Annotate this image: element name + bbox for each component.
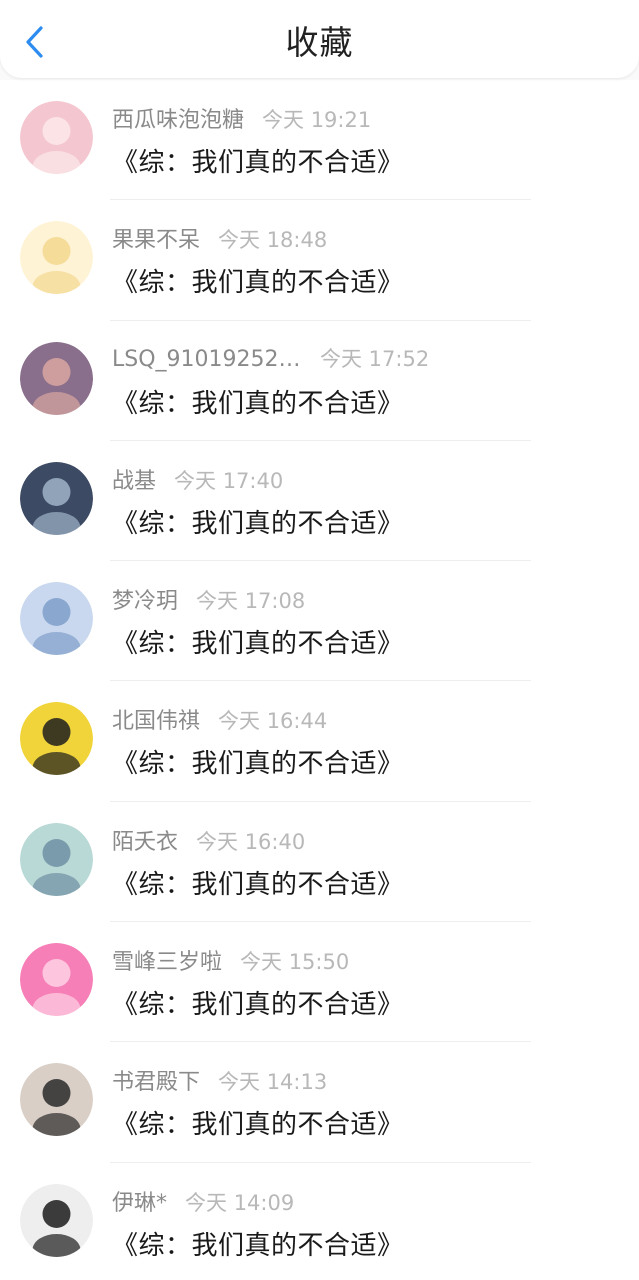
timestamp: 今天 18:48 bbox=[218, 228, 328, 253]
book-title[interactable]: 《综：我们真的不合适》 bbox=[112, 864, 404, 901]
timestamp: 今天 16:40 bbox=[196, 829, 306, 854]
list-item[interactable]: 西瓜味泡泡糖 今天 19:21 《综：我们真的不合适》 bbox=[0, 80, 639, 201]
list-item[interactable]: 北国伟祺 今天 16:44 《综：我们真的不合适》 bbox=[0, 681, 639, 802]
item-meta: 雪峰三岁啦 今天 15:50 bbox=[112, 944, 349, 976]
avatar[interactable] bbox=[20, 221, 93, 295]
user-name[interactable]: 雪峰三岁啦 bbox=[112, 944, 222, 976]
avatar[interactable] bbox=[20, 1063, 93, 1137]
item-meta: 陌夭衣 今天 16:40 bbox=[112, 824, 305, 856]
avatar[interactable] bbox=[20, 341, 93, 415]
book-title[interactable]: 《综：我们真的不合适》 bbox=[112, 503, 404, 540]
list-item[interactable]: 雪峰三岁啦 今天 15:50 《综：我们真的不合适》 bbox=[0, 922, 639, 1043]
list-item[interactable]: 梦冷玥 今天 17:08 《综：我们真的不合适》 bbox=[0, 561, 639, 682]
list-item[interactable]: 战基 今天 17:40 《综：我们真的不合适》 bbox=[0, 441, 639, 562]
list-item[interactable]: 果果不呆 今天 18:48 《综：我们真的不合适》 bbox=[0, 200, 639, 321]
list-item[interactable]: LSQ_910192526... 今天 17:52 《综：我们真的不合适》 bbox=[0, 321, 639, 441]
item-meta: 西瓜味泡泡糖 今天 19:21 bbox=[112, 102, 371, 134]
book-title[interactable]: 《综：我们真的不合适》 bbox=[112, 984, 404, 1021]
avatar[interactable] bbox=[20, 943, 93, 1017]
avatar[interactable] bbox=[20, 1183, 93, 1257]
timestamp: 今天 19:21 bbox=[262, 108, 372, 132]
avatar[interactable] bbox=[20, 461, 93, 535]
avatar[interactable] bbox=[20, 822, 93, 896]
book-title[interactable]: 《综：我们真的不合适》 bbox=[112, 623, 404, 660]
item-meta: 北国伟祺 今天 16:44 bbox=[112, 703, 327, 735]
timestamp: 今天 16:44 bbox=[218, 709, 328, 734]
favorites-page: 收藏 西瓜味泡泡糖 今天 19:21 《综：我们真的不合适》 果果不呆 今天 18:48… bbox=[0, 0, 639, 1280]
user-name[interactable]: 西瓜味泡泡糖 bbox=[112, 102, 244, 134]
item-meta: LSQ_910192526... 今天 17:52 bbox=[112, 343, 429, 375]
avatar[interactable] bbox=[20, 101, 93, 174]
timestamp: 今天 17:08 bbox=[196, 589, 306, 614]
list-item[interactable]: 伊琳* 今天 14:09 《综：我们真的不合适》 bbox=[0, 1163, 639, 1280]
list-item[interactable]: 书君殿下 今天 14:13 《综：我们真的不合适》 bbox=[0, 1042, 639, 1163]
header-bar: 收藏 bbox=[0, 0, 639, 78]
user-name[interactable]: 梦冷玥 bbox=[112, 583, 178, 615]
item-meta: 书君殿下 今天 14:13 bbox=[112, 1064, 327, 1096]
timestamp: 今天 14:09 bbox=[185, 1190, 295, 1215]
book-title[interactable]: 《综：我们真的不合适》 bbox=[112, 743, 404, 780]
book-title[interactable]: 《综：我们真的不合适》 bbox=[112, 1104, 404, 1141]
book-title[interactable]: 《综：我们真的不合适》 bbox=[112, 142, 404, 179]
user-name[interactable]: 果果不呆 bbox=[112, 222, 200, 254]
avatar[interactable] bbox=[20, 702, 93, 776]
user-name[interactable]: LSQ_910192526... bbox=[112, 347, 302, 372]
user-name[interactable]: 陌夭衣 bbox=[112, 824, 178, 856]
item-meta: 梦冷玥 今天 17:08 bbox=[112, 583, 305, 615]
page-title: 收藏 bbox=[285, 23, 354, 62]
book-title[interactable]: 《综：我们真的不合适》 bbox=[112, 1225, 404, 1262]
favorites-list: 西瓜味泡泡糖 今天 19:21 《综：我们真的不合适》 果果不呆 今天 18:48 《综：… bbox=[0, 80, 639, 1280]
item-meta: 战基 今天 17:40 bbox=[112, 463, 283, 495]
user-name[interactable]: 战基 bbox=[112, 463, 156, 495]
timestamp: 今天 15:50 bbox=[240, 950, 350, 975]
timestamp: 今天 17:52 bbox=[320, 346, 430, 371]
item-meta: 伊琳* 今天 14:09 bbox=[112, 1185, 294, 1217]
timestamp: 今天 14:13 bbox=[218, 1070, 328, 1095]
user-name[interactable]: 书君殿下 bbox=[112, 1064, 200, 1096]
timestamp: 今天 17:40 bbox=[174, 468, 284, 493]
user-name[interactable]: 伊琳* bbox=[112, 1185, 167, 1217]
item-meta: 果果不呆 今天 18:48 bbox=[112, 222, 327, 254]
avatar[interactable] bbox=[20, 582, 93, 656]
list-item[interactable]: 陌夭衣 今天 16:40 《综：我们真的不合适》 bbox=[0, 802, 639, 923]
book-title[interactable]: 《综：我们真的不合适》 bbox=[112, 262, 404, 299]
book-title[interactable]: 《综：我们真的不合适》 bbox=[112, 383, 404, 420]
user-name[interactable]: 北国伟祺 bbox=[112, 703, 200, 735]
